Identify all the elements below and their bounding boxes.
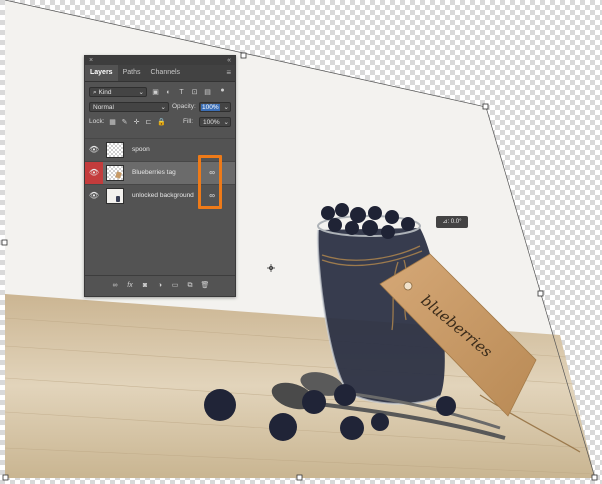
lock-transparent-icon[interactable]: ▦ — [109, 119, 116, 126]
layer-thumbnail — [106, 142, 124, 158]
fx-icon[interactable]: fx — [125, 281, 135, 291]
panel-tabs: Layers Paths Channels ≡ — [85, 65, 235, 82]
lock-position-icon[interactable]: ✛ — [133, 119, 140, 126]
trash-icon[interactable]: 🗑 — [200, 281, 210, 291]
layer-name[interactable]: unlocked background — [132, 185, 194, 207]
filter-pixel-icon[interactable]: ▣ — [152, 89, 159, 96]
lock-image-icon[interactable]: ✎ — [121, 119, 128, 126]
mask-icon[interactable]: ◙ — [140, 281, 150, 291]
chevron-down-icon: ⌄ — [138, 89, 144, 96]
adjustment-icon[interactable]: ◑ — [155, 281, 165, 291]
folder-icon[interactable]: ▭ — [170, 281, 180, 291]
panel-titlebar[interactable]: × « — [85, 56, 235, 65]
new-layer-icon[interactable]: ⧉ — [185, 281, 195, 291]
blend-mode-label: Normal — [93, 104, 114, 111]
layer-thumbnail — [106, 188, 124, 204]
link-icons-highlight — [198, 155, 222, 209]
filter-row: ⌕ Kind ⌄ ▣ ◐ T ⊡ ▤ ● — [85, 85, 235, 100]
fill-field[interactable]: 100% ⌄ — [199, 117, 231, 127]
filter-toggle-icon[interactable]: ● — [219, 87, 226, 94]
rotation-readout: ⊿: 0.0° — [436, 216, 468, 228]
link-layers-icon[interactable]: ∞ — [110, 281, 120, 291]
visibility-eye-icon[interactable]: 👁 — [85, 185, 103, 207]
blend-mode-select[interactable]: Normal ⌄ — [89, 102, 169, 112]
panel-menu-icon[interactable]: ≡ — [226, 68, 231, 78]
chevron-down-icon: ⌄ — [223, 104, 229, 111]
visibility-eye-icon[interactable]: 👁 — [85, 139, 103, 161]
tab-channels[interactable]: Channels — [145, 65, 185, 81]
chevron-down-icon: ⌄ — [223, 119, 229, 126]
opacity-value: 100% — [201, 104, 220, 111]
layers-bottom-bar: ∞ fx ◙ ◑ ▭ ⧉ 🗑 — [85, 275, 235, 296]
filter-adjustment-icon[interactable]: ◐ — [165, 89, 172, 96]
visibility-eye-icon[interactable]: 👁 — [85, 162, 103, 184]
blend-row: Normal ⌄ Opacity: 100% ⌄ — [85, 100, 235, 115]
lock-all-icon[interactable]: 🔒 — [157, 119, 166, 126]
tab-layers[interactable]: Layers — [85, 65, 118, 81]
opacity-label: Opacity: — [172, 103, 196, 110]
lock-artboard-icon[interactable]: ⊏ — [145, 119, 152, 126]
filter-kind-label: Kind — [98, 89, 112, 96]
filter-smartobject-icon[interactable]: ▤ — [204, 89, 211, 96]
tab-paths[interactable]: Paths — [118, 65, 146, 81]
layer-name[interactable]: spoon — [132, 139, 150, 161]
filter-type-icon[interactable]: T — [178, 89, 185, 96]
lock-row: Lock: ▦ ✎ ✛ ⊏ 🔒 Fill: 100% ⌄ — [85, 115, 235, 130]
collapse-icon[interactable]: « — [227, 56, 231, 65]
filter-kind-select[interactable]: ⌕ Kind ⌄ — [89, 87, 147, 97]
layer-thumbnail — [106, 165, 124, 181]
lock-label: Lock: — [89, 118, 105, 125]
chevron-down-icon: ⌄ — [160, 104, 166, 111]
fill-value: 100% — [203, 119, 220, 126]
filter-shape-icon[interactable]: ⊡ — [191, 89, 198, 96]
fill-label: Fill: — [183, 118, 194, 125]
opacity-field[interactable]: 100% ⌄ — [199, 102, 231, 112]
close-icon[interactable]: × — [89, 56, 93, 65]
search-icon: ⌕ — [93, 89, 97, 96]
layer-name[interactable]: Blueberries tag — [132, 162, 176, 184]
